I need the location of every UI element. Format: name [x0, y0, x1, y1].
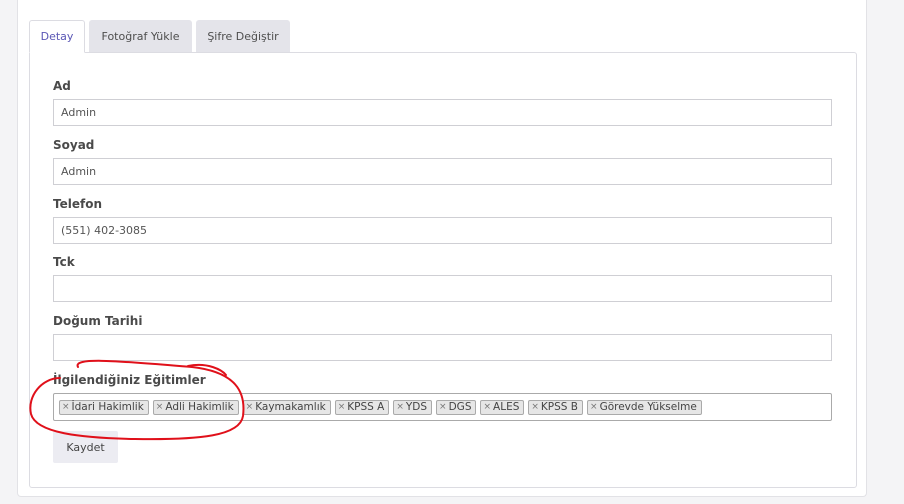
- selected-tag: × KPSS B: [528, 399, 584, 415]
- tag-remove-icon[interactable]: ×: [246, 400, 254, 415]
- tag-label: KPSS A: [347, 401, 385, 413]
- selected-tag: × Adli Hakimlik: [152, 399, 239, 415]
- tag-remove-icon[interactable]: ×: [590, 400, 598, 415]
- tag-label: Görevde Yükselme: [599, 401, 697, 413]
- egitimler-label: İlgilendiğiniz Eğitimler: [53, 373, 206, 387]
- tag-remove-icon[interactable]: ×: [483, 400, 491, 415]
- tag-remove-icon[interactable]: ×: [338, 400, 346, 415]
- soyad-label: Soyad: [53, 138, 95, 152]
- selected-tag: × İdari Hakimlik: [59, 399, 149, 415]
- tab-fotograf-yukle[interactable]: Fotoğraf Yükle: [89, 20, 192, 53]
- telefon-label: Telefon: [53, 197, 102, 211]
- tag-label: ALES: [493, 401, 520, 413]
- ad-label: Ad: [53, 79, 71, 93]
- telefon-input[interactable]: [53, 217, 832, 244]
- save-button[interactable]: Kaydet: [53, 431, 118, 463]
- dogum-tarihi-label: Doğum Tarihi: [53, 314, 143, 328]
- selected-tag: × YDS: [393, 399, 433, 415]
- ad-input[interactable]: [53, 99, 832, 126]
- selected-tag: × Kaymakamlık: [242, 399, 331, 415]
- tag-remove-icon[interactable]: ×: [396, 400, 404, 415]
- tab-sifre-degistir[interactable]: Şifre Değiştir: [196, 20, 290, 53]
- tck-label: Tck: [53, 255, 75, 269]
- selected-tag: × KPSS A: [334, 399, 390, 415]
- tag-label: KPSS B: [540, 401, 579, 413]
- tag-label: DGS: [448, 401, 472, 413]
- tag-label: İdari Hakimlik: [71, 401, 144, 413]
- tck-input[interactable]: [53, 275, 832, 302]
- selected-tag: × DGS: [436, 399, 477, 415]
- soyad-input[interactable]: [53, 158, 832, 185]
- tag-remove-icon[interactable]: ×: [531, 400, 539, 415]
- selected-tag: × Görevde Yükselme: [587, 399, 702, 415]
- tag-remove-icon[interactable]: ×: [439, 400, 447, 415]
- dogum-tarihi-input[interactable]: [53, 334, 832, 361]
- egitimler-multiselect[interactable]: × İdari Hakimlik × Adli Hakimlik × Kaymakamlı…: [53, 393, 832, 421]
- tag-label: Kaymakamlık: [255, 401, 326, 413]
- tag-label: YDS: [405, 401, 428, 413]
- tab-detay[interactable]: Detay: [29, 20, 85, 53]
- tag-label: Adli Hakimlik: [165, 401, 234, 413]
- selected-tag: × ALES: [480, 399, 525, 415]
- tag-remove-icon[interactable]: ×: [62, 400, 70, 415]
- tag-remove-icon[interactable]: ×: [156, 400, 164, 415]
